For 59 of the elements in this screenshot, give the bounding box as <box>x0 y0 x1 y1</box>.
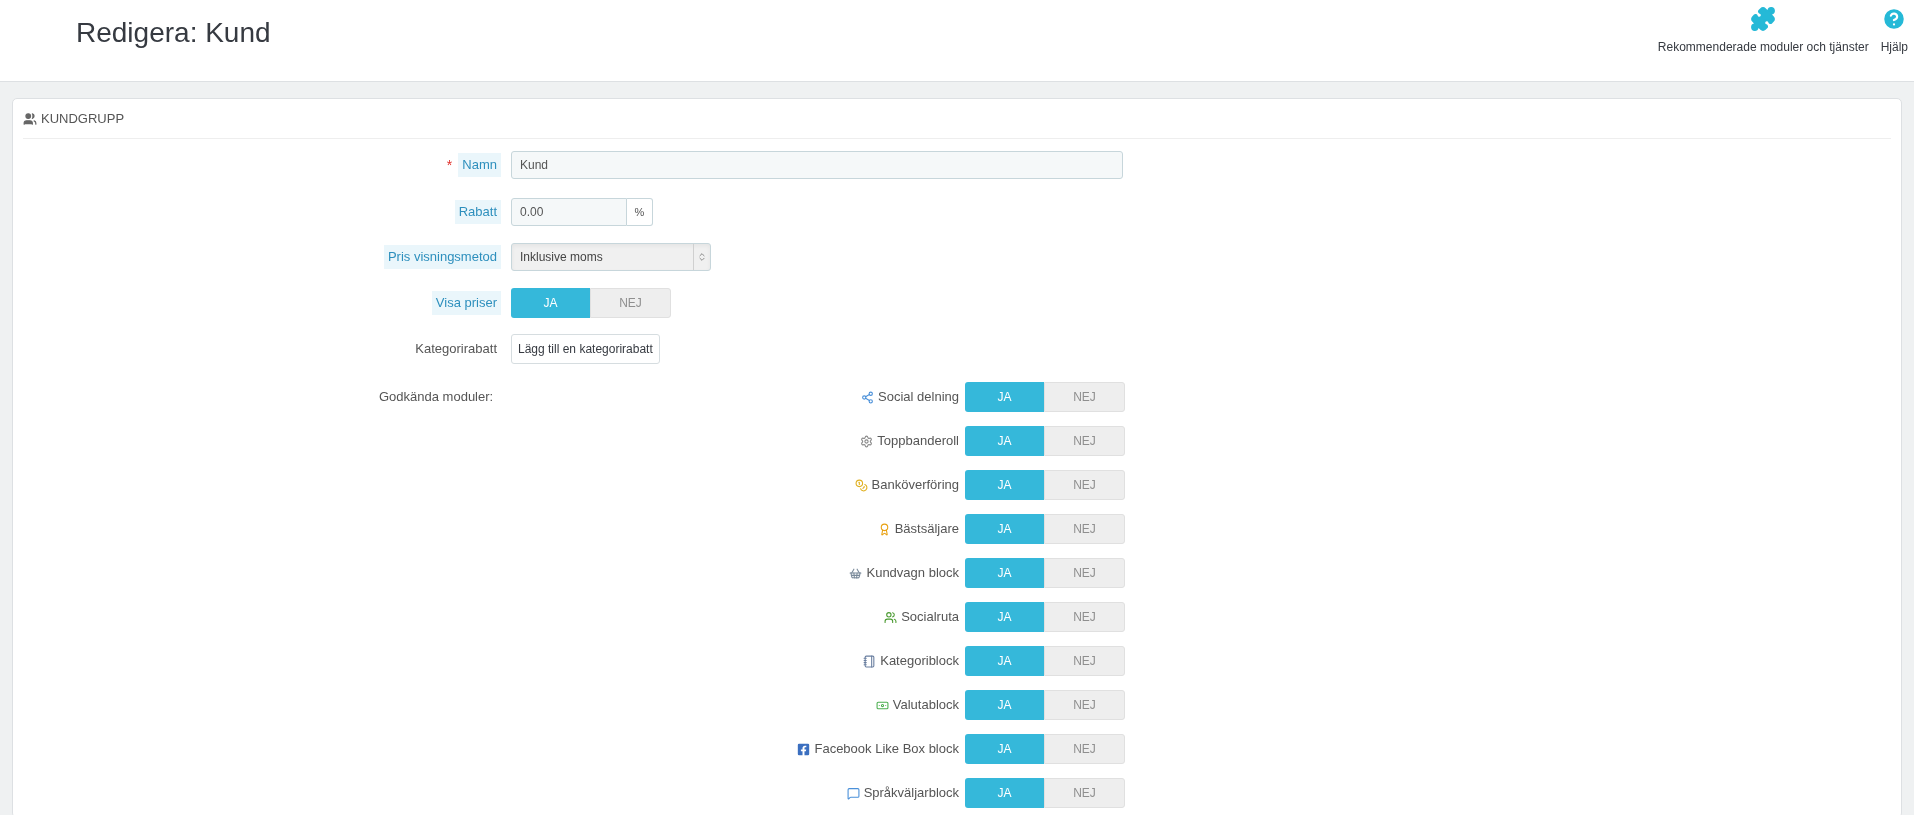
toggle-option[interactable]: JA <box>965 734 1044 764</box>
percent-addon: % <box>627 198 653 226</box>
price-display-select[interactable]: Inklusive moms <box>511 243 711 271</box>
facebook-icon <box>797 742 811 756</box>
toggle-option[interactable]: NEJ <box>1044 514 1125 544</box>
toggle-option[interactable]: JA <box>511 288 590 318</box>
speech-bubble-icon <box>846 786 860 800</box>
help-link[interactable]: Hjälp <box>1880 6 1908 56</box>
page-title: Redigera: Kund <box>76 16 271 50</box>
toggle-option[interactable]: JA <box>965 382 1044 412</box>
field-label: Rabatt <box>454 200 501 224</box>
recommended-modules-link[interactable]: Rekommenderade moduler och tjänster <box>1657 6 1869 56</box>
toggle-option[interactable]: JA <box>965 470 1044 500</box>
name-input[interactable]: Kund <box>511 151 1123 179</box>
toggle-option[interactable]: JA <box>965 690 1044 720</box>
puzzle-icon <box>1750 6 1777 32</box>
basket-icon <box>849 566 863 580</box>
toggle-option[interactable]: NEJ <box>1044 382 1125 412</box>
toggle-option[interactable]: JA <box>965 558 1044 588</box>
toggle-option[interactable]: JA <box>965 514 1044 544</box>
discount-input[interactable]: 0.00 <box>511 198 627 226</box>
module-name: Toppbanderoll <box>877 432 959 451</box>
module-name: Banköverföring <box>871 476 959 495</box>
module-name: Facebook Like Box block <box>814 740 959 759</box>
module-name: Social delning <box>878 388 959 407</box>
module-name: Bästsäljare <box>894 520 959 539</box>
select-arrows-icon <box>697 252 707 262</box>
module-name: Språkväljarblock <box>863 784 959 803</box>
module-name: Kundvagn block <box>866 564 959 583</box>
toggle-option[interactable]: NEJ <box>1044 734 1125 764</box>
gear-icon <box>860 434 874 448</box>
field-label: Namn <box>458 153 501 177</box>
toggle-option[interactable]: NEJ <box>1044 778 1125 808</box>
field-label: Pris visningsmetod <box>383 245 501 269</box>
toggle-option[interactable]: NEJ <box>1044 646 1125 676</box>
toggle-option[interactable]: JA <box>965 602 1044 632</box>
notebook-icon <box>863 654 877 668</box>
toggle-option[interactable]: NEJ <box>1044 602 1125 632</box>
toggle-option[interactable]: NEJ <box>1044 690 1125 720</box>
panel-title: KUNDGRUPP <box>41 109 125 128</box>
required-asterisk: * <box>446 155 453 175</box>
module-name: Socialruta <box>901 608 959 627</box>
toggle-option[interactable]: NEJ <box>1044 426 1125 456</box>
add-category-discount-button[interactable]: Lägg till en kategorirabatt <box>511 334 660 364</box>
module-name: Valutablock <box>892 696 959 715</box>
module-name: Kategoriblock <box>880 652 959 671</box>
toggle-option[interactable]: NEJ <box>590 288 671 318</box>
modules-label: Godkända moduler: <box>379 388 495 407</box>
people-icon <box>23 111 37 126</box>
toggle-option[interactable]: NEJ <box>1044 558 1125 588</box>
share-icon <box>861 390 875 404</box>
field-label: Visa priser <box>431 291 501 315</box>
toggle-option[interactable]: JA <box>965 778 1044 808</box>
toggle-option[interactable]: JA <box>965 426 1044 456</box>
toggle-option[interactable]: NEJ <box>1044 470 1125 500</box>
toggle-option[interactable]: JA <box>965 646 1044 676</box>
coins-icon <box>854 478 868 492</box>
people-icon <box>884 610 898 624</box>
field-label: Kategorirabatt <box>414 340 498 359</box>
